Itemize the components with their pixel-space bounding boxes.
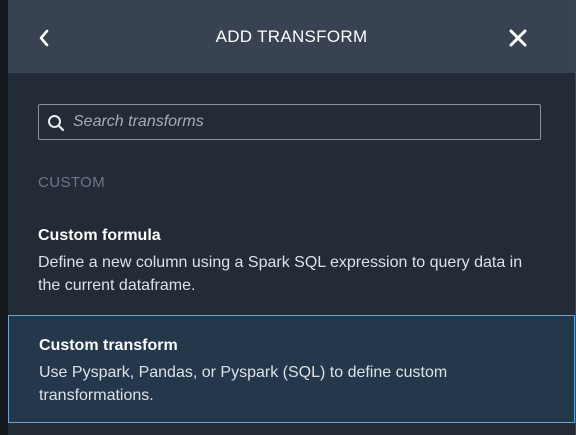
search-box — [38, 104, 541, 140]
section-label-custom: CUSTOM — [38, 174, 106, 191]
transform-item-custom-transform[interactable]: Custom transform Use Pyspark, Pandas, or… — [8, 315, 575, 423]
transform-item-title: Custom transform — [39, 337, 178, 354]
close-icon — [509, 29, 527, 47]
close-button[interactable] — [504, 24, 532, 52]
panel-title: ADD TRANSFORM — [215, 27, 368, 46]
transform-item-description: Use Pyspark, Pandas, or Pyspark (SQL) to… — [39, 364, 448, 404]
search-icon — [48, 115, 65, 132]
transform-item-title: Custom formula — [38, 227, 161, 244]
transform-item-custom-formula[interactable]: Custom formula Define a new column using… — [8, 210, 575, 314]
add-transform-panel: ADD TRANSFORM CUSTOM Custom formula Defi… — [0, 0, 576, 435]
search-input[interactable] — [73, 105, 528, 139]
panel-header: ADD TRANSFORM — [8, 0, 575, 73]
panel-footer-divider — [8, 425, 575, 435]
transform-item-description: Define a new column using a Spark SQL ex… — [38, 254, 523, 294]
